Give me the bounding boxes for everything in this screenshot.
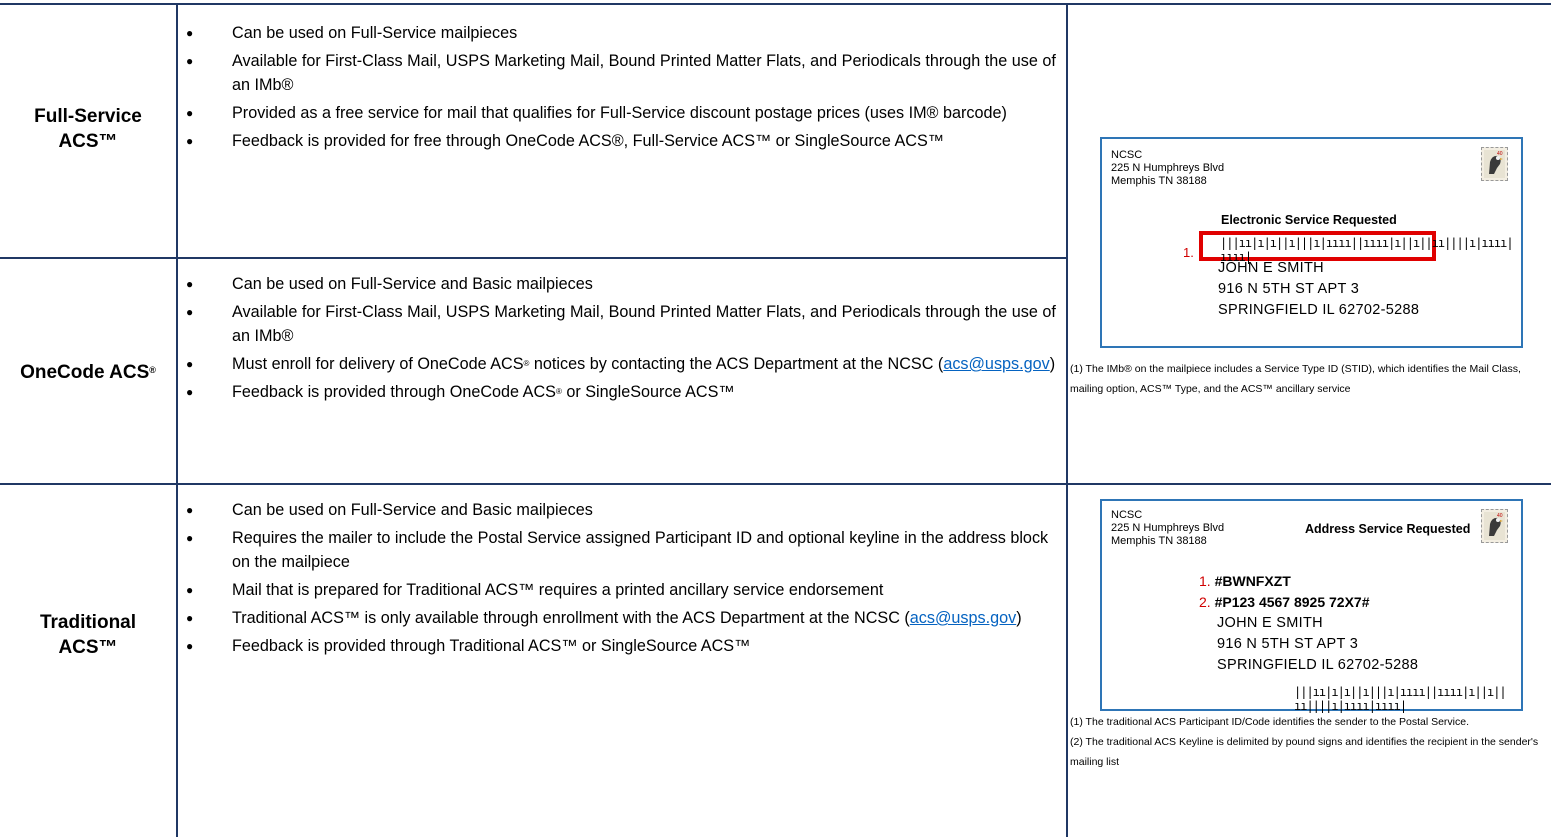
- row-label-line: Traditional: [39, 612, 137, 633]
- list-item: Available for First-Class Mail, USPS Mar…: [182, 300, 1062, 348]
- row-label-line: ACS™: [58, 637, 118, 658]
- email-link[interactable]: acs@usps.gov: [910, 609, 1016, 627]
- list-item: Provided as a free service for mail that…: [182, 101, 1062, 125]
- list-item: Can be used on Full-Service and Basic ma…: [182, 498, 1062, 522]
- keyline: #P123 4567 8925 72X7#: [1214, 594, 1370, 610]
- column-divider-label: [176, 3, 178, 837]
- envelope-2-caption: (1) The traditional ACS Participant ID/C…: [1070, 716, 1539, 768]
- table-top-border: [0, 3, 1551, 5]
- envelope-sample-imb: NCSC 225 N Humphreys Blvd Memphis TN 381…: [1100, 137, 1523, 348]
- envelope-sample-traditional: NCSC 225 N Humphreys Blvd Memphis TN 381…: [1100, 499, 1523, 713]
- email-link[interactable]: acs@usps.gov: [943, 355, 1049, 373]
- row-label-text: OneCode ACS: [20, 362, 150, 383]
- row-label-traditional: Traditional ACS™: [0, 610, 176, 660]
- marker-1: 1.: [1183, 245, 1194, 260]
- list-item: Feedback is provided through OneCode ACS…: [182, 380, 1062, 404]
- row-label-onecode: OneCode ACS®: [0, 360, 176, 385]
- column-divider-image: [1066, 3, 1068, 837]
- list-item: Mail that is prepared for Traditional AC…: [182, 578, 1062, 602]
- list-item: Feedback is provided through Traditional…: [182, 634, 1062, 658]
- endorsement-line: Electronic Service Requested: [1221, 213, 1397, 227]
- participant-id: #BWNFXZT: [1214, 573, 1291, 589]
- svg-text:40: 40: [1497, 513, 1503, 519]
- list-item: Must enroll for delivery of OneCode ACS®…: [182, 352, 1062, 376]
- keyline-line: 2. #P123 4567 8925 72X7#: [1199, 594, 1370, 610]
- list-item: Can be used on Full-Service and Basic ma…: [182, 272, 1062, 296]
- delivery-address: JOHN E SMITH 916 N 5TH ST APT 3 SPRINGFI…: [1218, 260, 1420, 318]
- row-divider-2: [0, 483, 1551, 485]
- row-divider-1: [0, 257, 1068, 259]
- bullet-list-traditional: Can be used on Full-Service and Basic ma…: [182, 498, 1062, 658]
- imb-barcode: |||ıı|ı|ı||ı|||ı|ıııı||ıııı|ı||ı||ıı||||…: [1294, 685, 1507, 713]
- endorsement-line: Address Service Requested: [1305, 522, 1471, 536]
- row-label-full-service: Full-Service ACS™: [0, 104, 176, 154]
- postage-stamp-icon: 40: [1481, 509, 1508, 543]
- row-label-line: Full-Service: [34, 106, 142, 127]
- bullet-list-full-service: Can be used on Full-Service mailpieces A…: [182, 21, 1062, 153]
- registered-mark: ®: [149, 365, 156, 375]
- marker-2: 2.: [1199, 594, 1211, 610]
- bullet-list-onecode: Can be used on Full-Service and Basic ma…: [182, 272, 1062, 404]
- list-item: Requires the mailer to include the Posta…: [182, 526, 1062, 574]
- list-item: Traditional ACS™ is only available throu…: [182, 606, 1062, 630]
- return-address: NCSC 225 N Humphreys Blvd Memphis TN 381…: [1111, 149, 1225, 187]
- row-label-line: ACS™: [58, 131, 118, 152]
- participant-id-line: 1. #BWNFXZT: [1199, 573, 1291, 589]
- envelope-1-caption: (1) The IMb® on the mailpiece includes a…: [1070, 363, 1521, 395]
- list-item: Can be used on Full-Service mailpieces: [182, 21, 1062, 45]
- svg-text:40: 40: [1497, 151, 1503, 157]
- marker-1: 1.: [1199, 573, 1211, 589]
- postage-stamp-icon: 40: [1481, 147, 1508, 181]
- return-address: NCSC 225 N Humphreys Blvd Memphis TN 381…: [1111, 509, 1225, 547]
- list-item: Available for First-Class Mail, USPS Mar…: [182, 49, 1062, 97]
- delivery-address: JOHN E SMITH 916 N 5TH ST APT 3 SPRINGFI…: [1217, 615, 1419, 673]
- list-item: Feedback is provided for free through On…: [182, 129, 1062, 153]
